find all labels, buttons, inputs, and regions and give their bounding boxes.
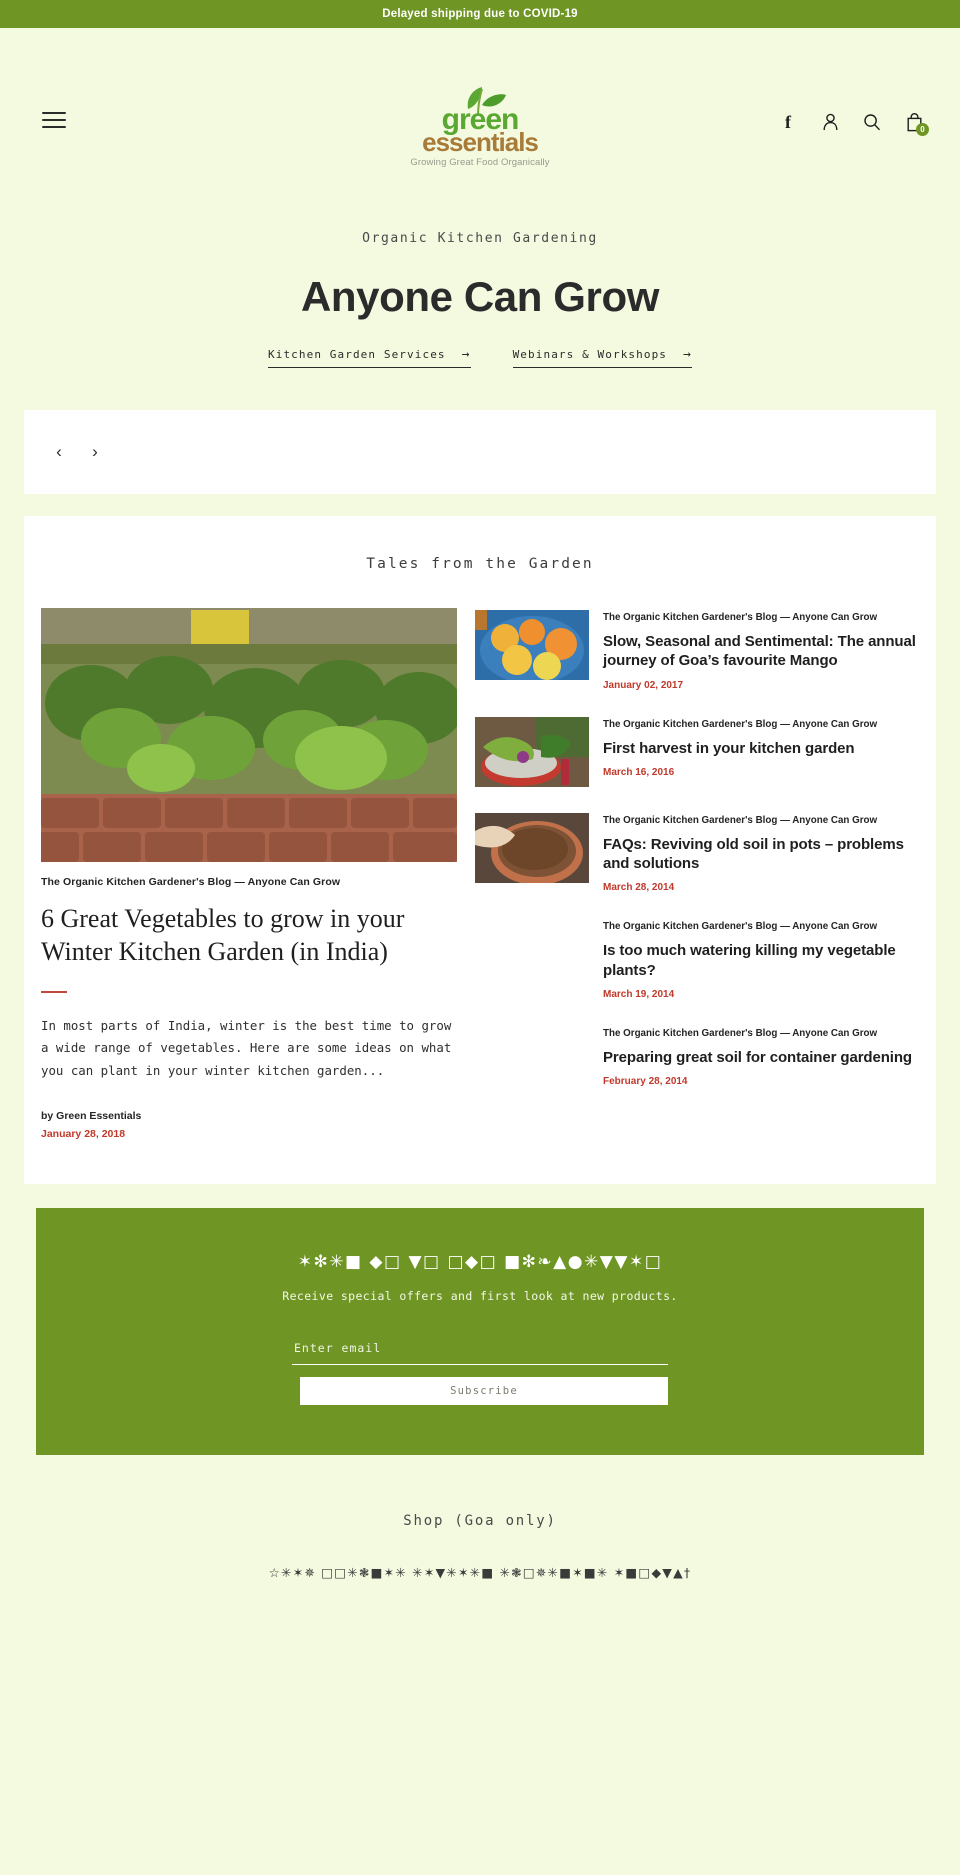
featured-article[interactable]: The Organic Kitchen Gardener's Blog — An… <box>41 608 457 1140</box>
article-body: The Organic Kitchen Gardener's Blog — An… <box>603 919 919 1000</box>
search-glyph <box>864 114 881 131</box>
hero-link-webinars-workshops[interactable]: Webinars & Workshops → <box>512 347 692 368</box>
newsletter-section: ✶✻✳■ ◆□ ▼□ □◆□ ■✻❧▲●✳▼▼✶□ Receive specia… <box>36 1208 924 1456</box>
article-kicker: The Organic Kitchen Gardener's Blog — An… <box>603 921 878 933</box>
article-title[interactable]: Preparing great soil for container garde… <box>603 1048 919 1067</box>
announcement-bar: Delayed shipping due to COVID-19 <box>0 0 960 28</box>
article-date: March 16, 2016 <box>603 766 675 778</box>
divider-rule <box>41 990 67 993</box>
article-kicker: The Organic Kitchen Gardener's Blog — An… <box>603 1027 878 1039</box>
facebook-icon[interactable]: f <box>778 112 798 132</box>
article-date: February 28, 2014 <box>603 1076 688 1088</box>
blog-section-title: Tales from the Garden <box>366 556 594 572</box>
cart-count-badge: 0 <box>916 123 929 136</box>
article-body: The Organic Kitchen Gardener's Blog — An… <box>603 1026 919 1096</box>
carousel-prev-icon[interactable]: ‹ <box>46 439 72 465</box>
logo-tagline: Growing Great Food Organically <box>410 157 550 168</box>
mangoes-photo <box>475 610 589 680</box>
article-date: March 19, 2014 <box>603 988 675 1000</box>
hero-section: Organic Kitchen Gardening Anyone Can Gro… <box>0 174 960 410</box>
cart-icon[interactable]: 0 <box>904 112 929 136</box>
section-gap <box>0 494 960 516</box>
footer-links[interactable]: ☆✳✶✵ □□✳❃■✶✳ ✳✶▼✳✶✳■ ✳❃□✵✳■✶■✳ ✶■□◆▼▲† <box>0 1565 960 1580</box>
list-item[interactable]: The Organic Kitchen Gardener's Blog — An… <box>475 610 919 691</box>
soil-pot-photo <box>475 812 589 883</box>
email-field[interactable] <box>292 1337 668 1366</box>
article-thumbnail[interactable] <box>475 812 589 883</box>
list-item[interactable]: The Organic Kitchen Gardener's Blog — An… <box>475 919 919 1000</box>
featured-article-image[interactable] <box>41 608 457 862</box>
hero-cta-group: Kitchen Garden Services → Webinars & Wor… <box>0 347 960 368</box>
announcement-text: Delayed shipping due to COVID-19 <box>382 8 578 20</box>
featured-article-author: by Green Essentials <box>41 1110 142 1123</box>
hero-link-label: Webinars & Workshops <box>512 348 668 361</box>
article-body: The Organic Kitchen Gardener's Blog — An… <box>603 610 919 691</box>
article-date: March 28, 2014 <box>603 882 675 894</box>
featured-article-date: January 28, 2018 <box>41 1128 126 1141</box>
article-body: The Organic Kitchen Gardener's Blog — An… <box>603 813 919 894</box>
account-icon[interactable] <box>820 112 840 132</box>
article-thumbnail-placeholder <box>475 1026 589 1096</box>
carousel-strip: ‹ › <box>24 410 936 494</box>
list-item[interactable]: The Organic Kitchen Gardener's Blog — An… <box>475 716 919 787</box>
blog-section: Tales from the Garden The Organic Kitche… <box>24 516 936 1185</box>
newsletter-subtitle: Receive special offers and first look at… <box>282 1289 678 1304</box>
featured-article-kicker: The Organic Kitchen Gardener's Blog — An… <box>41 876 341 888</box>
logo-icon: green essentials <box>422 87 539 155</box>
account-glyph <box>823 113 837 131</box>
article-thumbnail[interactable] <box>475 610 589 680</box>
article-date: January 02, 2017 <box>603 679 684 691</box>
article-title[interactable]: Slow, Seasonal and Sentimental: The annu… <box>603 632 919 670</box>
newsletter-title: ✶✻✳■ ◆□ ▼□ □◆□ ■✻❧▲●✳▼▼✶□ <box>297 1252 663 1273</box>
article-title[interactable]: Is too much watering killing my vegetabl… <box>603 941 919 979</box>
svg-text:essentials: essentials <box>422 127 538 155</box>
header-icon-group: f 0 <box>778 112 929 136</box>
subscribe-button[interactable]: Subscribe <box>300 1377 668 1406</box>
list-item[interactable]: The Organic Kitchen Gardener's Blog — An… <box>475 1026 919 1096</box>
featured-article-excerpt: In most parts of India, winter is the be… <box>41 1017 452 1078</box>
article-kicker: The Organic Kitchen Gardener's Blog — An… <box>603 718 878 730</box>
newsletter-outer: ✶✻✳■ ◆□ ▼□ □◆□ ■✻❧▲●✳▼▼✶□ Receive specia… <box>0 1184 960 1456</box>
newsletter-form: Subscribe <box>292 1337 668 1406</box>
site-header: green essentials Growing Great Food Orga… <box>0 28 960 174</box>
article-thumbnail-placeholder <box>475 919 589 989</box>
search-icon[interactable] <box>862 112 882 132</box>
article-title[interactable]: FAQs: Reviving old soil in pots – proble… <box>603 835 919 873</box>
featured-article-title[interactable]: 6 Great Vegetables to grow in your Winte… <box>41 902 457 969</box>
footer-title: Shop (Goa only) <box>403 1513 557 1530</box>
list-item[interactable]: The Organic Kitchen Gardener's Blog — An… <box>475 812 919 894</box>
arrow-right-icon: → <box>683 347 692 362</box>
hero-link-label: Kitchen Garden Services <box>268 348 446 361</box>
harvest-photo <box>475 716 589 787</box>
facebook-glyph: f <box>785 112 791 132</box>
hero-eyebrow: Organic Kitchen Gardening <box>362 231 598 246</box>
blog-grid: The Organic Kitchen Gardener's Blog — An… <box>40 608 920 1140</box>
carousel-next-icon[interactable]: › <box>82 439 108 465</box>
page-title: Anyone Can Grow <box>300 273 660 320</box>
article-body: The Organic Kitchen Gardener's Blog — An… <box>603 717 919 787</box>
article-title[interactable]: First harvest in your kitchen garden <box>603 739 919 758</box>
garden-bed-photo <box>41 608 457 862</box>
article-thumbnail[interactable] <box>475 716 589 787</box>
article-kicker: The Organic Kitchen Gardener's Blog — An… <box>603 612 878 623</box>
arrow-right-icon: → <box>461 347 471 362</box>
article-sidebar-list: The Organic Kitchen Gardener's Blog — An… <box>475 608 919 1140</box>
hero-link-kitchen-garden-services[interactable]: Kitchen Garden Services → <box>268 347 471 368</box>
article-kicker: The Organic Kitchen Gardener's Blog — An… <box>603 814 878 826</box>
site-footer: Shop (Goa only) ☆✳✶✵ □□✳❃■✶✳ ✳✶▼✳✶✳■ ✳❃□… <box>0 1455 960 1581</box>
